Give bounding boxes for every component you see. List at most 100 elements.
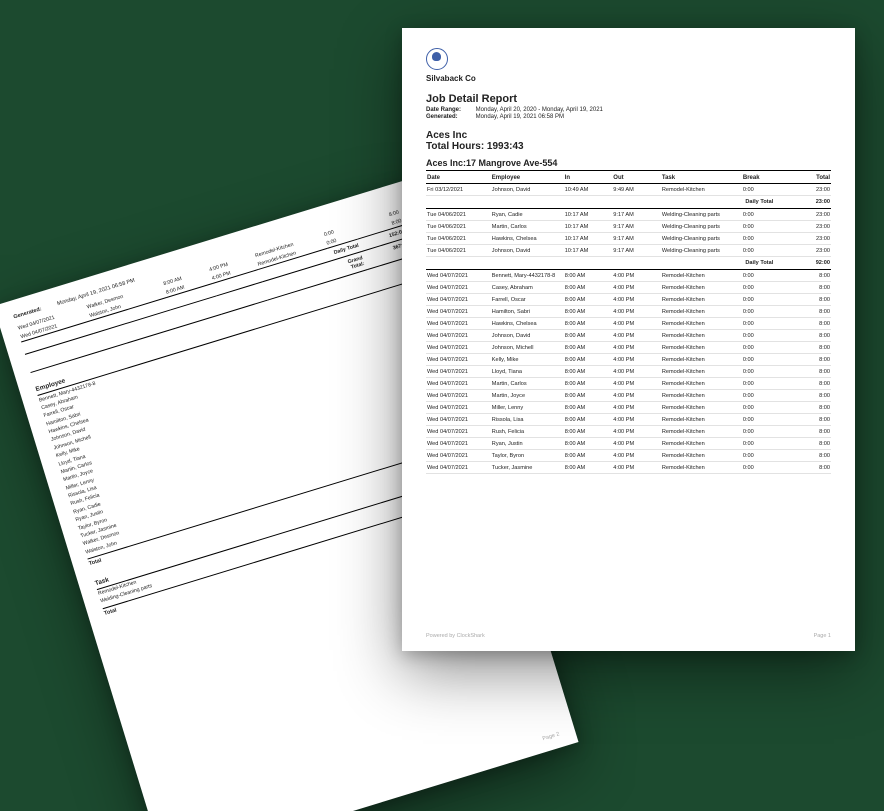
cell-break: 0:00 (742, 233, 774, 245)
table-row: Wed 04/07/2021Johnson, Michell8:00 AM4:0… (426, 342, 831, 354)
cell-task: Welding-Cleaning parts (661, 245, 742, 257)
cell-date: Wed 04/07/2021 (426, 414, 491, 426)
cell-break: 0:00 (742, 306, 774, 318)
cell-out: 4:00 PM (612, 330, 661, 342)
daily-total-value: 92:00 (774, 257, 831, 270)
cell-out: 4:00 PM (612, 306, 661, 318)
cell-date: Tue 04/06/2021 (426, 245, 491, 257)
date-range-label: Date Range: (426, 107, 474, 113)
cell-total: 8:00 (774, 354, 831, 366)
company-name: Silvaback Co (426, 74, 831, 83)
cell-employee: Hamilton, Sabri (491, 306, 564, 318)
cell-employee: Rissola, Lisa (491, 414, 564, 426)
report-title: Job Detail Report (426, 93, 831, 105)
cell-in: 8:00 AM (564, 366, 613, 378)
cell-break: 0:00 (742, 318, 774, 330)
cell-task: Remodel-Kitchen (661, 342, 742, 354)
cell-out: 4:00 PM (612, 270, 661, 282)
cell-task: Remodel-Kitchen (661, 402, 742, 414)
cell-task: Remodel-Kitchen (661, 270, 742, 282)
table-row: Wed 04/07/2021Kelly, Mike8:00 AM4:00 PMR… (426, 354, 831, 366)
cell-total: 8:00 (774, 330, 831, 342)
cell-total: 8:00 (774, 390, 831, 402)
cell-date: Wed 04/07/2021 (426, 450, 491, 462)
cell-total: 23:00 (774, 221, 831, 233)
generated-value: Monday, April 19, 2021 06:58 PM (476, 114, 564, 120)
cell-task: Remodel-Kitchen (661, 462, 742, 474)
cell-out: 4:00 PM (612, 414, 661, 426)
cell-break: 0:00 (742, 221, 774, 233)
cell-task: Remodel-Kitchen (661, 294, 742, 306)
cell-total: 8:00 (774, 366, 831, 378)
cell-out: 4:00 PM (612, 462, 661, 474)
powered-by: Powered by ClockShark (426, 633, 485, 639)
col-break: Break (742, 173, 774, 184)
cell-total: 8:00 (774, 294, 831, 306)
cell-employee: Johnson, Michell (491, 342, 564, 354)
table-row: Wed 04/07/2021Ryan, Justin8:00 AM4:00 PM… (426, 438, 831, 450)
cell-date: Wed 04/07/2021 (426, 354, 491, 366)
table-row: Wed 04/07/2021Miller, Lenny8:00 AM4:00 P… (426, 402, 831, 414)
cell-date: Wed 04/07/2021 (426, 438, 491, 450)
cell-break: 0:00 (742, 402, 774, 414)
cell-in: 10:17 AM (564, 233, 613, 245)
cell-task: Remodel-Kitchen (661, 450, 742, 462)
cell-task: Remodel-Kitchen (661, 306, 742, 318)
daily-total-row: Daily Total 92:00 (426, 257, 831, 270)
cell-total: 23:00 (774, 233, 831, 245)
cell-out: 4:00 PM (612, 438, 661, 450)
cell-out: 4:00 PM (612, 282, 661, 294)
cell-employee: Martin, Carlos (491, 221, 564, 233)
total-hours: Total Hours: 1993:43 (426, 141, 831, 152)
cell-task: Welding-Cleaning parts (661, 209, 742, 221)
table-row: Fri 03/12/2021Johnson, David10:49 AM9:49… (426, 184, 831, 196)
col-out: Out (612, 173, 661, 184)
cell-task: Welding-Cleaning parts (661, 233, 742, 245)
cell-date: Wed 04/07/2021 (426, 306, 491, 318)
cell-task: Remodel-Kitchen (661, 318, 742, 330)
cell-in: 8:00 AM (564, 306, 613, 318)
cell-task: Remodel-Kitchen (661, 354, 742, 366)
cell-out: 9:49 AM (612, 184, 661, 196)
cell-break: 0:00 (742, 330, 774, 342)
generated: Generated: Monday, April 19, 2021 06:58 … (426, 114, 831, 120)
date-range-value: Monday, April 20, 2020 - Monday, April 1… (476, 107, 603, 113)
cell-task: Remodel-Kitchen (661, 282, 742, 294)
table-row: Tue 04/06/2021Johnson, David10:17 AM9:17… (426, 245, 831, 257)
cell-break: 0:00 (742, 294, 774, 306)
cell-in: 8:00 AM (564, 282, 613, 294)
cell-total: 8:00 (774, 450, 831, 462)
cell-total: 8:00 (774, 438, 831, 450)
page-number: Page 1 (814, 633, 831, 639)
cell-employee: Farrell, Oscar (491, 294, 564, 306)
table-row: Wed 04/07/2021Johnson, David8:00 AM4:00 … (426, 330, 831, 342)
cell-employee: Ryan, Justin (491, 438, 564, 450)
cell-in: 8:00 AM (564, 414, 613, 426)
cell-out: 4:00 PM (612, 342, 661, 354)
cell-task: Remodel-Kitchen (661, 438, 742, 450)
cell-task: Remodel-Kitchen (661, 390, 742, 402)
cell-break: 0:00 (742, 209, 774, 221)
cell-in: 8:00 AM (564, 330, 613, 342)
cell-date: Tue 04/06/2021 (426, 233, 491, 245)
cell-employee: Lloyd, Tiana (491, 366, 564, 378)
cell-in: 8:00 AM (564, 354, 613, 366)
cell-employee: Miller, Lenny (491, 402, 564, 414)
cell-out: 4:00 PM (612, 378, 661, 390)
cell-in: 8:00 AM (564, 318, 613, 330)
detail-table: Date Employee In Out Task Break Total Fr… (426, 173, 831, 474)
cell-date: Wed 04/07/2021 (426, 378, 491, 390)
cell-date: Tue 04/06/2021 (426, 221, 491, 233)
cell-total: 8:00 (774, 402, 831, 414)
cell-in: 8:00 AM (564, 462, 613, 474)
cell-in: 10:49 AM (564, 184, 613, 196)
cell-in: 8:00 AM (564, 270, 613, 282)
cell-date: Fri 03/12/2021 (426, 184, 491, 196)
cell-total: 8:00 (774, 282, 831, 294)
cell-break: 0:00 (742, 438, 774, 450)
table-row: Wed 04/07/2021Martin, Joyce8:00 AM4:00 P… (426, 390, 831, 402)
cell-total: 23:00 (774, 245, 831, 257)
cell-out: 4:00 PM (612, 354, 661, 366)
cell-in: 8:00 AM (564, 426, 613, 438)
cell-task: Remodel-Kitchen (661, 366, 742, 378)
